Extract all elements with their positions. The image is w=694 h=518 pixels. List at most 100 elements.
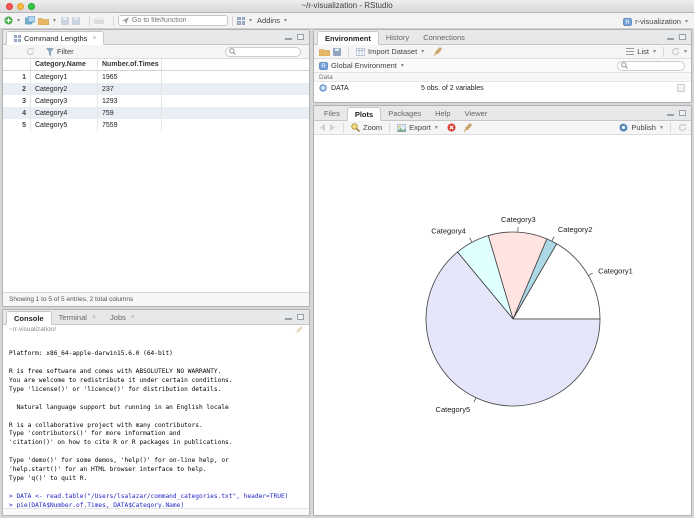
close-icon[interactable]: × (92, 311, 96, 324)
new-project-icon[interactable] (25, 16, 36, 25)
console-clear-icon[interactable] (295, 325, 303, 334)
close-icon[interactable]: × (131, 311, 135, 324)
project-chooser[interactable]: R r-visualization ▾ (623, 13, 688, 29)
refresh-plots-icon[interactable] (678, 123, 687, 132)
tab-environment[interactable]: Environment (317, 31, 379, 45)
list-view-dropdown[interactable]: ▾ (653, 48, 656, 55)
minimize-pane-icon[interactable] (667, 38, 674, 40)
maximize-pane-icon[interactable] (679, 110, 686, 116)
open-file-icon[interactable] (38, 17, 50, 25)
clear-environment-icon[interactable] (433, 47, 443, 56)
corner-header-cell[interactable] (3, 59, 31, 70)
minimize-pane-icon[interactable] (285, 38, 292, 40)
refresh-environment-icon[interactable] (671, 47, 680, 56)
environment-scope-dropdown[interactable]: ▾ (401, 62, 404, 69)
plot-area: Category1 Category2 Category3 Category4 Cate… (314, 135, 691, 515)
global-env-icon: R (319, 61, 328, 70)
console-line: Natural language support but running in … (9, 403, 229, 411)
close-tab-icon[interactable]: × (92, 32, 96, 45)
zoom-plot-label[interactable]: Zoom (363, 123, 382, 132)
refresh-dropdown[interactable]: ▾ (684, 48, 687, 55)
console-line: Type 'license()' or 'licence()' for dist… (9, 385, 222, 393)
open-file-dropdown[interactable]: ▾ (53, 17, 56, 24)
print-icon[interactable] (94, 16, 105, 25)
pane-layout-icon[interactable] (237, 16, 246, 25)
console-scrollbar[interactable] (3, 508, 309, 515)
console-pane: Console Terminal × Jobs × ~/r-visualizatio… (2, 309, 310, 516)
refresh-view-icon[interactable] (26, 47, 35, 56)
table-body: 1 Category1 1965 2 Category2 237 3 Category3 1… (3, 71, 309, 131)
publish-label[interactable]: Publish (631, 123, 656, 132)
remove-plot-icon[interactable] (447, 123, 456, 132)
console-output[interactable]: Platform: x86_64-apple-darwin15.6.0 (64-… (3, 334, 309, 508)
minimize-pane-icon[interactable] (667, 114, 674, 116)
addins-dropdown[interactable]: ▾ (284, 17, 287, 24)
new-file-dropdown[interactable]: ▾ (17, 17, 20, 24)
column-header-name[interactable]: Category.Name (31, 59, 98, 70)
environment-section-header: Data (314, 73, 691, 82)
export-plot-icon (397, 123, 407, 132)
tab-jobs[interactable]: Jobs × (103, 311, 142, 324)
table-row[interactable]: 1 Category1 1965 (3, 71, 309, 83)
tab-console[interactable]: Console (6, 311, 52, 325)
tab-plots[interactable]: Plots (346, 107, 382, 121)
project-cube-icon: R (623, 17, 632, 26)
environment-scope-label[interactable]: Global Environment (331, 61, 397, 70)
viewer-search-box[interactable] (225, 46, 301, 57)
pie-label-Category1: Category1 (598, 267, 633, 276)
table-row[interactable]: 2 Category2 237 (3, 83, 309, 95)
save-icon[interactable] (61, 16, 70, 25)
save-workspace-icon[interactable] (333, 47, 341, 56)
tab-history[interactable]: History (379, 31, 416, 44)
pane-layout-dropdown[interactable]: ▾ (249, 17, 252, 24)
maximize-pane-icon[interactable] (679, 34, 686, 40)
goto-arrow-icon (122, 17, 130, 24)
environment-pane: Environment History Connections Import D… (313, 29, 692, 103)
tab-help[interactable]: Help (428, 107, 457, 120)
maximize-pane-icon[interactable] (297, 314, 304, 320)
view-data-icon[interactable] (677, 84, 685, 92)
tab-terminal[interactable]: Terminal × (52, 311, 103, 324)
previous-plot-icon[interactable] (319, 124, 326, 131)
object-name: DATA (331, 84, 349, 92)
plots-pane: Files Plots Packages Help Viewer Zoom Ex… (313, 105, 692, 516)
addins-label[interactable]: Addins (257, 16, 280, 25)
maximize-pane-icon[interactable] (297, 34, 304, 40)
new-file-icon[interactable] (4, 16, 13, 25)
environment-search-box[interactable] (617, 60, 685, 71)
tab-packages[interactable]: Packages (381, 107, 428, 120)
column-header-times[interactable]: Number.of.Times (98, 59, 162, 70)
zoom-plot-icon (351, 123, 360, 132)
tab-viewer[interactable]: Viewer (458, 107, 495, 120)
table-row[interactable]: 3 Category3 1293 (3, 95, 309, 107)
filter-icon[interactable] (46, 47, 54, 56)
import-dataset-dropdown[interactable]: ▾ (421, 48, 424, 55)
plots-toolbar: Zoom Export ▾ Publish ▾ (314, 121, 691, 135)
console-line: 'help.start()' for an HTML browser inter… (9, 466, 207, 474)
environment-scope-row: R Global Environment ▾ (314, 59, 691, 73)
export-dropdown[interactable]: ▾ (435, 124, 438, 131)
table-row[interactable]: 4 Category4 759 (3, 107, 309, 119)
pie-chart: Category1 Category2 Category3 Category4 Cate… (425, 215, 633, 414)
load-workspace-icon[interactable] (319, 48, 330, 56)
minimize-pane-icon[interactable] (285, 318, 292, 320)
tab-files[interactable]: Files (317, 107, 347, 120)
table-row[interactable]: 5 Category5 7559 (3, 119, 309, 131)
publish-dropdown[interactable]: ▾ (660, 124, 663, 131)
environment-object-row[interactable]: DATA 5 obs. of 2 variables (314, 82, 691, 94)
tab-command-lengths[interactable]: Command Lengths × (6, 31, 105, 45)
goto-file-input[interactable] (132, 17, 223, 24)
tab-connections[interactable]: Connections (416, 31, 472, 44)
export-plot-label[interactable]: Export (409, 123, 431, 132)
pie-label-tick (469, 237, 473, 242)
save-all-icon[interactable] (72, 16, 81, 25)
filter-label[interactable]: Filter (57, 47, 74, 56)
clear-plots-icon[interactable] (463, 123, 472, 132)
goto-file-search[interactable] (118, 15, 229, 26)
console-line: You are welcome to redistribute it under… (9, 376, 233, 384)
svg-text:R: R (321, 64, 326, 70)
import-dataset-label[interactable]: Import Dataset (368, 47, 417, 56)
next-plot-icon[interactable] (329, 124, 336, 131)
list-view-label[interactable]: List (637, 47, 649, 56)
